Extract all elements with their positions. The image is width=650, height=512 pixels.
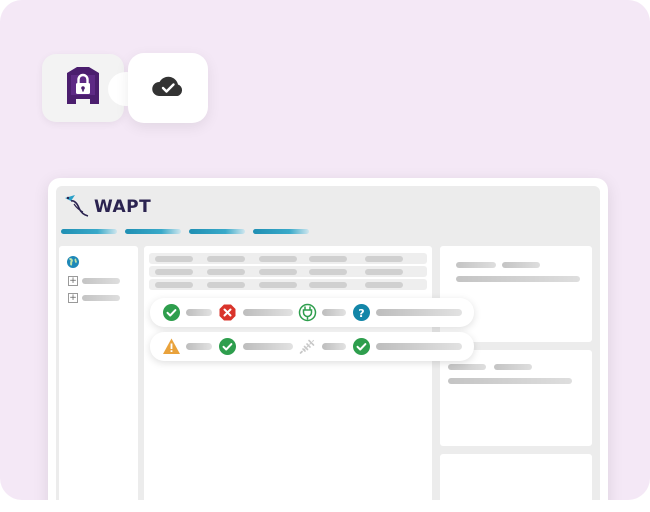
status-label	[322, 309, 346, 316]
globe-icon[interactable]	[66, 255, 80, 274]
status-label	[243, 309, 293, 316]
app-title: WAPT	[94, 197, 152, 217]
tree-node[interactable]: +	[68, 293, 120, 303]
ok-check-icon	[352, 337, 371, 356]
tree-node[interactable]: +	[68, 276, 120, 286]
status-label	[376, 309, 462, 316]
sync-badge	[128, 53, 208, 123]
nav-tabs	[61, 229, 309, 234]
ok-check-icon	[218, 337, 237, 356]
nav-tab-4[interactable]	[253, 229, 309, 234]
app-logo: WAPT	[62, 192, 151, 222]
tree-node-label	[82, 295, 120, 301]
svg-text:?: ?	[358, 307, 364, 320]
ok-check-icon	[162, 303, 181, 322]
status-label	[186, 309, 212, 316]
status-label	[322, 343, 346, 350]
status-label	[186, 343, 212, 350]
question-icon: ?	[352, 303, 371, 322]
status-label	[376, 343, 462, 350]
error-x-icon	[218, 303, 237, 322]
details-card	[440, 454, 592, 500]
expand-icon[interactable]: +	[68, 293, 78, 303]
expand-icon[interactable]: +	[68, 276, 78, 286]
nav-tab-3[interactable]	[189, 229, 245, 234]
grid-row[interactable]	[149, 279, 427, 290]
bird-logo-icon	[62, 192, 92, 223]
host-grid	[144, 246, 432, 500]
status-label	[243, 343, 293, 350]
warning-icon	[162, 337, 181, 356]
grid-row[interactable]	[149, 266, 427, 277]
details-card	[440, 246, 592, 342]
plug-off-icon	[298, 337, 317, 356]
status-row[interactable]: ?	[150, 298, 474, 327]
tree-node-label	[82, 278, 120, 284]
lock-icon	[63, 64, 103, 113]
plug-icon	[298, 303, 317, 322]
grid-row[interactable]	[149, 253, 427, 264]
status-row[interactable]	[150, 332, 474, 361]
nav-tab-1[interactable]	[61, 229, 117, 234]
cloud-check-icon	[150, 73, 186, 104]
details-card	[440, 350, 592, 446]
nav-tab-2[interactable]	[125, 229, 181, 234]
background-panel: WAPT + + ?	[0, 0, 650, 500]
tree-panel: + +	[59, 246, 138, 500]
